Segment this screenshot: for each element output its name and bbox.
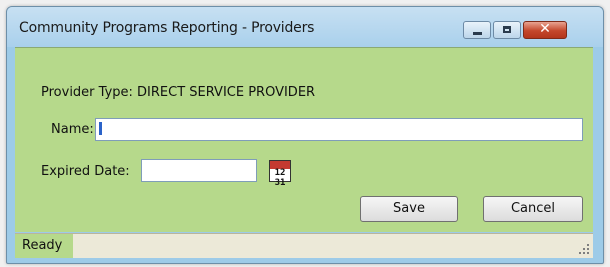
name-input[interactable]: [95, 118, 583, 141]
minimize-icon: [473, 32, 482, 35]
calendar-icon-text: 12 31: [274, 168, 286, 188]
status-bar: Ready: [15, 233, 593, 258]
form-area: Provider Type: DIRECT SERVICE PROVIDER N…: [15, 47, 593, 232]
save-button[interactable]: Save: [360, 196, 458, 222]
resize-grip-icon[interactable]: [579, 244, 589, 254]
cancel-button[interactable]: Cancel: [483, 196, 583, 222]
text-cursor: [99, 122, 102, 135]
maximize-button[interactable]: [493, 21, 521, 39]
providers-window: Community Programs Reporting - Providers…: [6, 6, 604, 264]
provider-type-label: Provider Type: DIRECT SERVICE PROVIDER: [41, 85, 316, 100]
minimize-button[interactable]: [463, 21, 491, 39]
title-bar[interactable]: Community Programs Reporting - Providers…: [7, 7, 603, 47]
close-button[interactable]: ✕: [523, 21, 567, 39]
close-icon: ✕: [539, 21, 551, 37]
expired-date-label: Expired Date:: [41, 164, 130, 179]
calendar-icon[interactable]: 12 31: [269, 160, 291, 188]
expired-date-field[interactable]: [141, 159, 257, 182]
status-text: Ready: [15, 234, 73, 258]
name-label: Name:: [51, 122, 94, 137]
window-title: Community Programs Reporting - Providers: [19, 20, 315, 36]
maximize-icon: [503, 26, 511, 33]
